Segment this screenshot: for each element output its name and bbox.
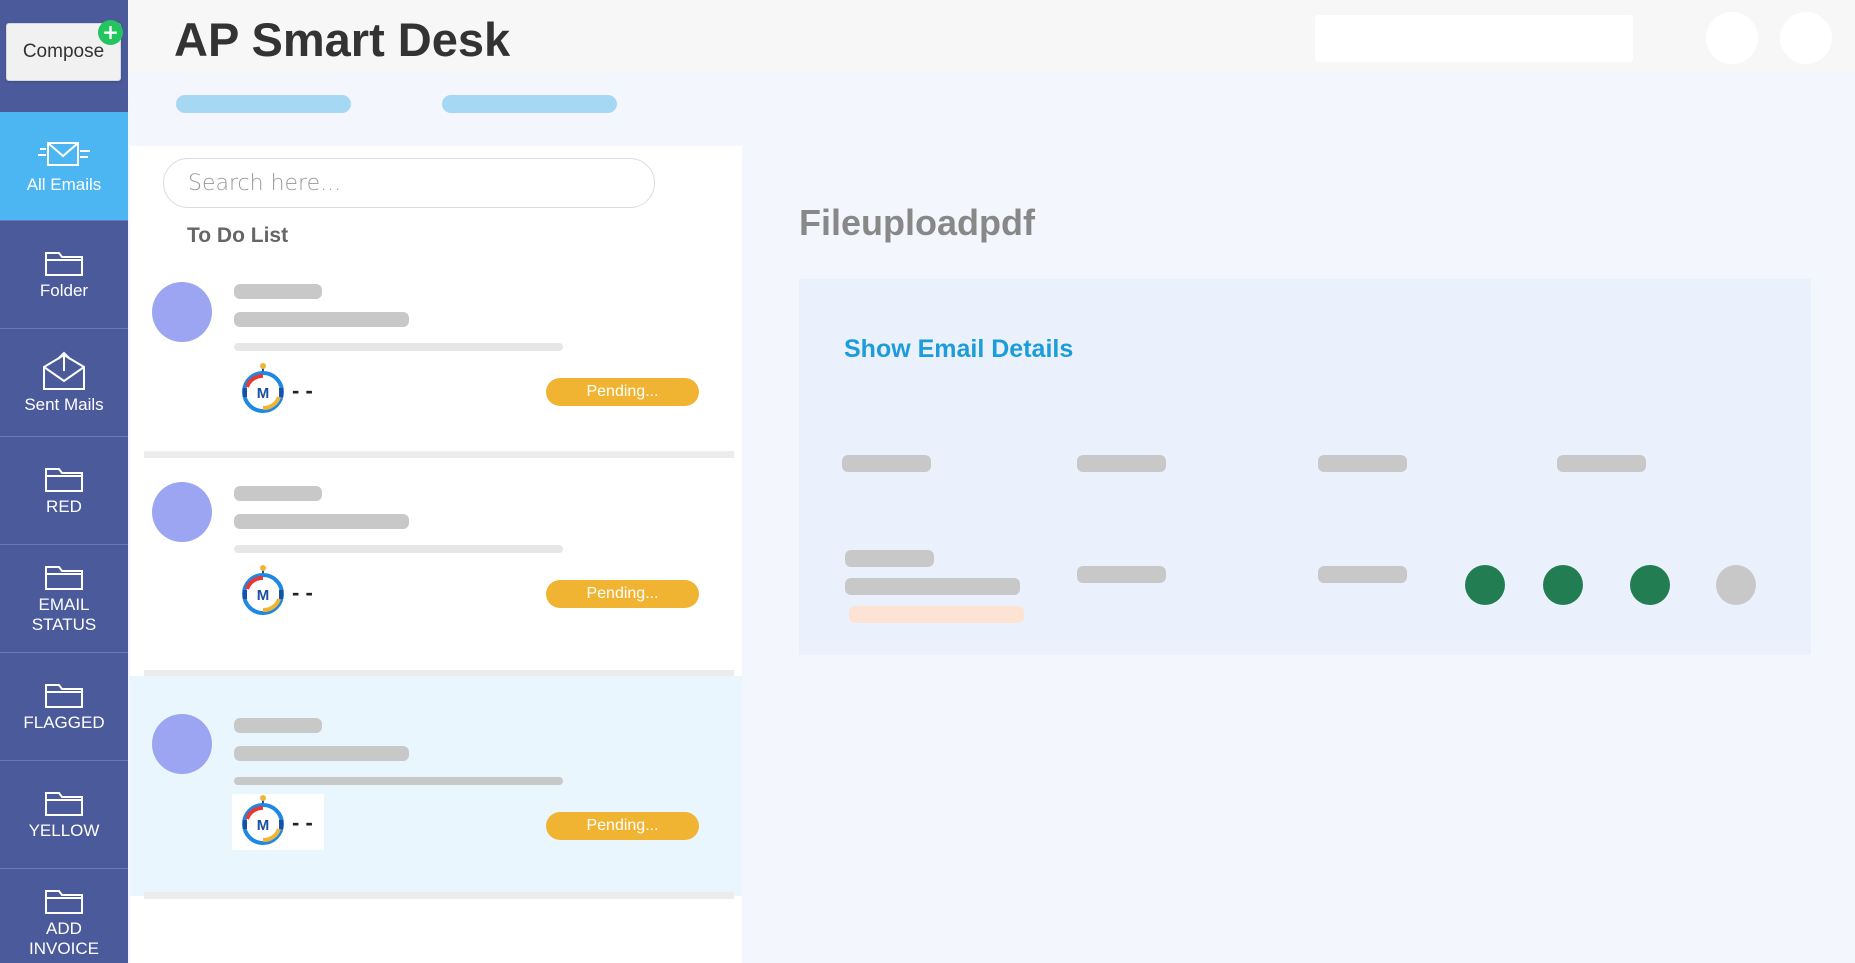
status-dot — [1465, 565, 1505, 605]
search-placeholder: Search here... — [188, 170, 342, 196]
cell-placeholder — [845, 578, 1020, 595]
email-card-selected[interactable]: M - - Pending... — [130, 676, 742, 896]
folder-icon — [45, 683, 83, 708]
folder-icon — [45, 791, 83, 816]
status-badge: Pending... — [546, 580, 699, 608]
cell-placeholder — [1318, 566, 1407, 583]
column-header-placeholder — [842, 455, 931, 472]
status-badge: Pending... — [546, 812, 699, 840]
detail-title: Fileuploadpdf — [799, 202, 1035, 243]
sidebar-item-label: Sent Mails — [24, 394, 104, 414]
sidebar-item-label: All Emails — [26, 175, 102, 194]
m-bot-logo-icon: M — [242, 363, 284, 413]
sender-placeholder — [234, 284, 322, 299]
plus-icon: + — [98, 20, 123, 45]
tab-placeholder[interactable] — [442, 95, 617, 113]
subject-placeholder — [234, 312, 409, 327]
sidebar-item-label: FLAGGED — [23, 712, 105, 732]
sidebar: Compose + All Emails Folder Sent Mails R… — [0, 0, 128, 963]
avatar — [152, 482, 212, 542]
svg-text:M: M — [257, 385, 270, 402]
status-dot — [1716, 565, 1756, 605]
sidebar-item-flagged[interactable]: FLAGGED — [0, 652, 128, 760]
email-list-panel: Search here... To Do List M - - Pending.… — [130, 146, 742, 963]
m-bot-logo-icon: M — [242, 565, 284, 615]
preview-placeholder — [234, 343, 563, 351]
column-header-placeholder — [1318, 455, 1407, 472]
folder-icon — [45, 890, 83, 914]
divider — [144, 451, 734, 458]
sender-text: - - — [292, 378, 313, 403]
sender-placeholder — [234, 718, 322, 733]
sender-text: - - — [292, 580, 313, 605]
sender-placeholder — [234, 486, 322, 501]
sidebar-item-folder[interactable]: Folder — [0, 220, 128, 328]
cell-placeholder — [845, 550, 934, 567]
tab-placeholder[interactable] — [176, 95, 351, 113]
sender-logo: M - - — [232, 564, 324, 620]
section-title: To Do List — [187, 224, 289, 247]
cell-highlight-placeholder — [849, 606, 1024, 623]
sidebar-item-yellow[interactable]: YELLOW — [0, 760, 128, 868]
sidebar-item-label: RED — [46, 496, 82, 516]
top-bar: AP Smart Desk — [128, 0, 1855, 73]
column-header-placeholder — [1077, 455, 1166, 472]
status-dot — [1543, 565, 1583, 605]
email-detail-card: Show Email Details — [799, 279, 1811, 655]
envelope-upload-icon — [43, 351, 85, 390]
cell-placeholder — [1077, 566, 1166, 583]
status-badge: Pending... — [546, 378, 699, 406]
sidebar-item-label: ADD INVOICE — [29, 919, 99, 958]
avatar — [152, 714, 212, 774]
compose-area: Compose + — [0, 0, 128, 112]
profile-avatar[interactable] — [1780, 12, 1832, 64]
search-input[interactable]: Search here... — [163, 158, 655, 208]
divider — [144, 892, 734, 899]
avatar — [152, 282, 212, 342]
sidebar-item-label: Folder — [39, 280, 89, 300]
show-email-details-link[interactable]: Show Email Details — [844, 335, 1073, 364]
sidebar-item-email-status[interactable]: EMAIL STATUS — [0, 544, 128, 652]
notification-button[interactable] — [1706, 12, 1758, 64]
subject-placeholder — [234, 514, 409, 529]
sidebar-item-label: EMAIL STATUS — [31, 594, 97, 634]
sidebar-item-sent-mails[interactable]: Sent Mails — [0, 328, 128, 436]
sender-text: - - — [292, 810, 313, 835]
app-title: AP Smart Desk — [174, 13, 511, 66]
m-bot-logo-icon: M — [242, 795, 284, 845]
sidebar-item-all-emails[interactable]: All Emails — [0, 112, 128, 220]
preview-placeholder — [234, 545, 563, 553]
email-card[interactable]: M - - Pending... — [130, 262, 742, 480]
email-card[interactable]: M - - Pending... — [130, 462, 742, 680]
column-header-placeholder — [1557, 455, 1646, 472]
top-search-field[interactable] — [1315, 15, 1633, 62]
subject-placeholder — [234, 746, 409, 761]
sender-logo: M - - — [232, 794, 324, 850]
sender-logo: M - - — [232, 362, 324, 418]
mail-send-icon — [38, 142, 90, 166]
svg-text:M: M — [257, 587, 270, 604]
sidebar-item-label: YELLOW — [28, 820, 100, 840]
sidebar-item-add-invoice[interactable]: ADD INVOICE — [0, 868, 128, 963]
preview-placeholder — [234, 777, 563, 785]
sidebar-item-red[interactable]: RED — [0, 436, 128, 544]
folder-icon — [45, 565, 83, 590]
main-area: AP Smart Desk Search here... To Do List — [128, 0, 1855, 963]
compose-label: Compose — [22, 41, 105, 62]
folder-icon — [45, 467, 83, 492]
folder-icon — [45, 251, 83, 276]
status-dot — [1630, 565, 1670, 605]
svg-text:M: M — [257, 817, 270, 834]
